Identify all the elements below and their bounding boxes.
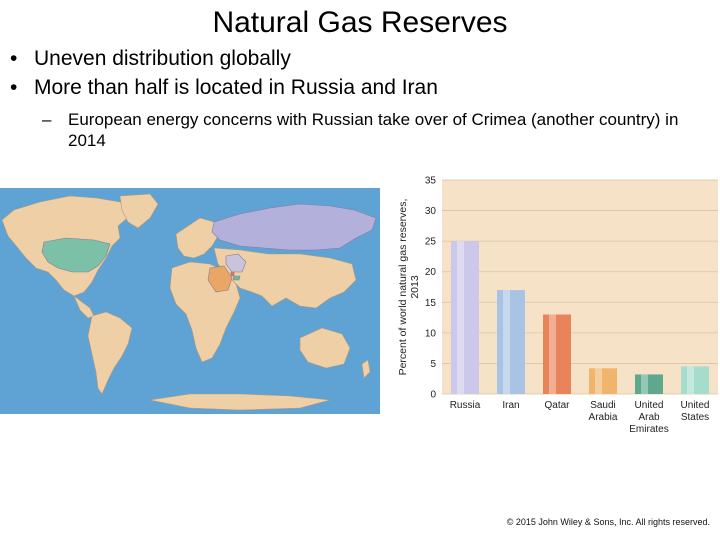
bar-highlight — [641, 374, 648, 394]
slide-title: Natural Gas Reserves — [212, 6, 508, 39]
bullet-text-russia-iran: More than half is located in Russia and … — [34, 76, 438, 99]
x-tick-label: Iran — [502, 400, 519, 411]
bar — [543, 314, 571, 394]
dash-glyph: – — [42, 110, 52, 129]
bar-highlight — [687, 366, 694, 394]
x-tick-label: Saudi Arabia — [589, 400, 618, 423]
bullet-item: • More than half is located in Russia an… — [8, 73, 708, 102]
plot-area — [442, 180, 718, 394]
y-tick-label: 5 — [430, 359, 436, 370]
x-tick-label: United States — [681, 400, 710, 423]
bullet-glyph: • — [10, 47, 18, 70]
y-tick-label: 35 — [425, 176, 437, 187]
map-country-qatar — [230, 271, 235, 277]
y-tick-label: 10 — [425, 328, 437, 339]
bar — [635, 374, 663, 394]
x-tick-label: Qatar — [544, 400, 570, 411]
y-tick-label: 25 — [425, 237, 437, 248]
y-tick-label: 15 — [425, 298, 437, 309]
bar — [451, 241, 479, 394]
map-country-united-arab-emirates — [232, 275, 241, 281]
y-tick-label: 0 — [430, 390, 436, 401]
bar — [589, 368, 617, 394]
sub-bullet-text: European energy concerns with Russian ta… — [68, 110, 679, 150]
bar-highlight — [457, 241, 464, 394]
x-tick-label: Russia — [450, 400, 481, 411]
sub-bullet-item: – European energy concerns with Russian … — [8, 109, 688, 151]
copyright-footer: © 2015 John Wiley & Sons, Inc. All right… — [506, 517, 710, 527]
bullet-item: • Uneven distribution globally — [8, 44, 708, 73]
bar — [681, 366, 709, 394]
bar — [497, 290, 525, 394]
y-tick-label: 30 — [425, 206, 437, 217]
bar-highlight — [595, 368, 602, 394]
world-map — [0, 188, 380, 414]
bar-highlight — [503, 290, 510, 394]
bar-highlight — [549, 314, 556, 394]
y-tick-label: 20 — [425, 267, 437, 278]
bullet-glyph: • — [10, 76, 18, 99]
bullet-list: • Uneven distribution globally • More th… — [8, 44, 708, 151]
bullet-text-distribution: Uneven distribution globally — [34, 47, 291, 70]
reserves-bar-chart: 0 5 10 15 20 25 30 35 Russia Iran Qatar Saudi Arabi… — [392, 172, 720, 438]
